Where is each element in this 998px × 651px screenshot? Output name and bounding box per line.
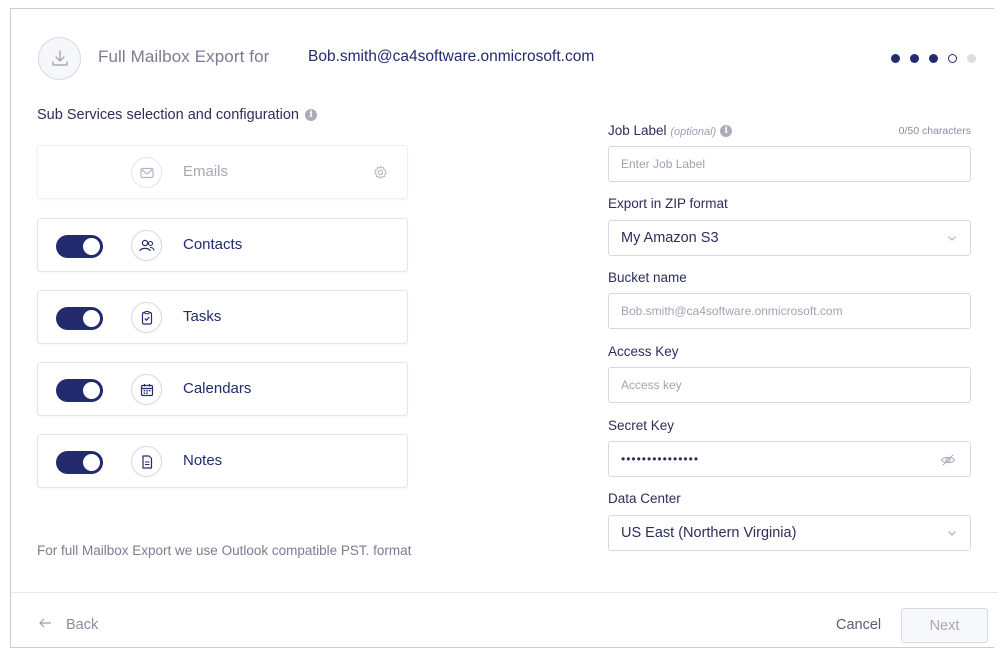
service-label-emails: Emails	[183, 163, 229, 180]
back-label: Back	[66, 617, 99, 633]
data-center-label: Data Center	[608, 491, 681, 506]
back-button[interactable]: Back	[38, 617, 98, 633]
service-label-notes: Notes	[183, 452, 223, 469]
service-label-contacts: Contacts	[183, 236, 243, 253]
cancel-button[interactable]: Cancel	[836, 617, 881, 633]
toggle-calendars[interactable]	[56, 379, 103, 402]
pst-format-note: For full Mailbox Export we use Outlook c…	[37, 543, 412, 558]
envelope-icon	[131, 157, 162, 188]
access-key-placeholder: Access key	[621, 378, 682, 392]
contacts-icon	[131, 230, 162, 261]
job-label-input[interactable]: Enter Job Label	[608, 146, 971, 182]
service-label-tasks: Tasks	[183, 308, 222, 325]
section-title-text: Sub Services selection and configuration	[37, 107, 299, 123]
service-card-emails: Emails	[37, 145, 408, 199]
data-center-select[interactable]: US East (Northern Virginia)	[608, 515, 971, 551]
eye-off-icon[interactable]	[940, 452, 956, 471]
secret-key-label: Secret Key	[608, 418, 675, 433]
char-counter: 0/50 characters	[898, 125, 971, 137]
toggle-knob	[83, 310, 100, 327]
toggle-tasks[interactable]	[56, 307, 103, 330]
step-dot-3	[929, 54, 938, 63]
toggle-contacts[interactable]	[56, 235, 103, 258]
footer-divider	[11, 592, 998, 593]
service-card-contacts: Contacts	[37, 218, 408, 272]
access-key-label: Access Key	[608, 344, 679, 359]
bucket-name-input[interactable]: Bob.smith@ca4software.onmicrosoft.com	[608, 293, 971, 329]
step-dot-5	[967, 54, 976, 63]
service-card-calendars: Calendars	[37, 362, 408, 416]
chevron-down-icon	[946, 527, 958, 543]
calendar-icon	[131, 374, 162, 405]
notes-icon	[131, 446, 162, 477]
info-icon[interactable]: i	[720, 125, 733, 138]
bucket-name-placeholder: Bob.smith@ca4software.onmicrosoft.com	[621, 304, 843, 318]
mailbox-email: Bob.smith@ca4software.onmicrosoft.com	[308, 48, 595, 65]
step-dot-4	[948, 54, 957, 63]
service-label-calendars: Calendars	[183, 380, 252, 397]
section-title: Sub Services selection and configuration…	[37, 107, 317, 123]
next-button[interactable]: Next	[901, 608, 988, 643]
toggle-knob	[83, 238, 100, 255]
service-card-tasks: Tasks	[37, 290, 408, 344]
download-icon	[38, 37, 81, 80]
access-key-input[interactable]: Access key	[608, 367, 971, 403]
dialog-title: Full Mailbox Export for	[98, 47, 270, 66]
chevron-down-icon	[946, 232, 958, 248]
export-destination-select[interactable]: My Amazon S3	[608, 220, 971, 256]
secret-key-input[interactable]: •••••••••••••••	[608, 441, 971, 477]
step-dot-2	[910, 54, 919, 63]
job-label-text: Job Label	[608, 123, 667, 138]
step-indicator	[891, 54, 976, 63]
job-label-label: Job Label (optional) i	[608, 123, 733, 138]
service-card-notes: Notes	[37, 434, 408, 488]
toggle-knob	[83, 454, 100, 471]
info-icon[interactable]: i	[304, 109, 317, 122]
tasks-icon	[131, 302, 162, 333]
bucket-name-label: Bucket name	[608, 270, 687, 285]
gear-icon[interactable]	[373, 165, 388, 185]
toggle-knob	[83, 382, 100, 399]
toggle-notes[interactable]	[56, 451, 103, 474]
export-destination-value: My Amazon S3	[621, 230, 719, 246]
optional-tag: (optional)	[670, 126, 717, 138]
step-dot-1	[891, 54, 900, 63]
data-center-value: US East (Northern Virginia)	[621, 525, 797, 541]
export-zip-label: Export in ZIP format	[608, 196, 728, 211]
job-label-placeholder: Enter Job Label	[621, 157, 706, 171]
arrow-left-icon	[38, 617, 52, 633]
secret-key-value: •••••••••••••••	[621, 452, 700, 466]
